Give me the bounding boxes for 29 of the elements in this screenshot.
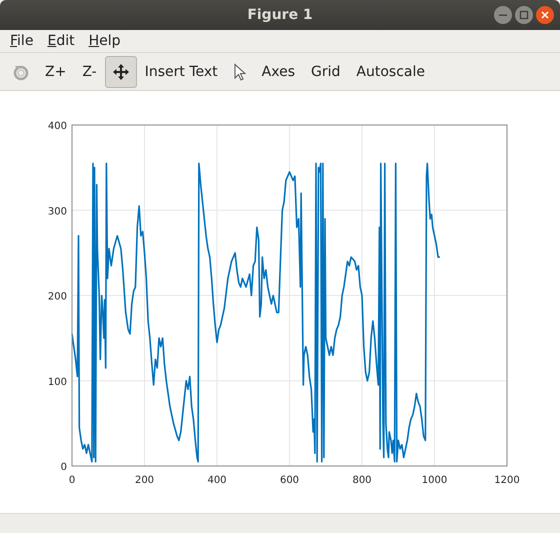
x-tick-label: 0 xyxy=(68,475,76,486)
toolbar-button[interactable]: Z+ xyxy=(37,56,74,88)
move-arrows-icon xyxy=(112,62,130,80)
pan-button[interactable] xyxy=(104,56,137,88)
y-tick-label: 100 xyxy=(48,376,67,388)
x-tick-label: 1200 xyxy=(494,475,520,486)
y-tick-label: 0 xyxy=(60,462,67,473)
toolbar-button[interactable]: Autoscale xyxy=(348,56,433,88)
x-tick-label: 400 xyxy=(207,475,227,486)
x-tick-label: 800 xyxy=(352,475,372,486)
y-tick-label: 300 xyxy=(48,206,67,218)
menu-item[interactable]: Edit xyxy=(47,33,75,49)
x-tick-label: 1000 xyxy=(422,475,448,486)
menu-item[interactable]: File xyxy=(10,33,34,49)
toolbar-button[interactable]: Axes xyxy=(254,56,303,88)
minimize-button[interactable] xyxy=(494,6,512,24)
toolbar-button[interactable]: Z- xyxy=(74,56,105,88)
x-tick-label: 200 xyxy=(134,475,154,486)
close-icon xyxy=(540,10,550,20)
y-tick-label: 400 xyxy=(48,121,67,132)
pointer-icon xyxy=(232,62,247,80)
menu-item[interactable]: Help xyxy=(88,33,120,49)
maximize-icon xyxy=(519,10,529,20)
toolbar-button[interactable]: Insert Text xyxy=(136,56,226,88)
y-tick-label: 200 xyxy=(48,292,67,302)
toolbar-button[interactable]: Grid xyxy=(303,56,348,88)
window-title: Figure 1 xyxy=(247,7,313,23)
close-button[interactable] xyxy=(536,6,554,24)
x-tick-label: 600 xyxy=(280,475,300,486)
